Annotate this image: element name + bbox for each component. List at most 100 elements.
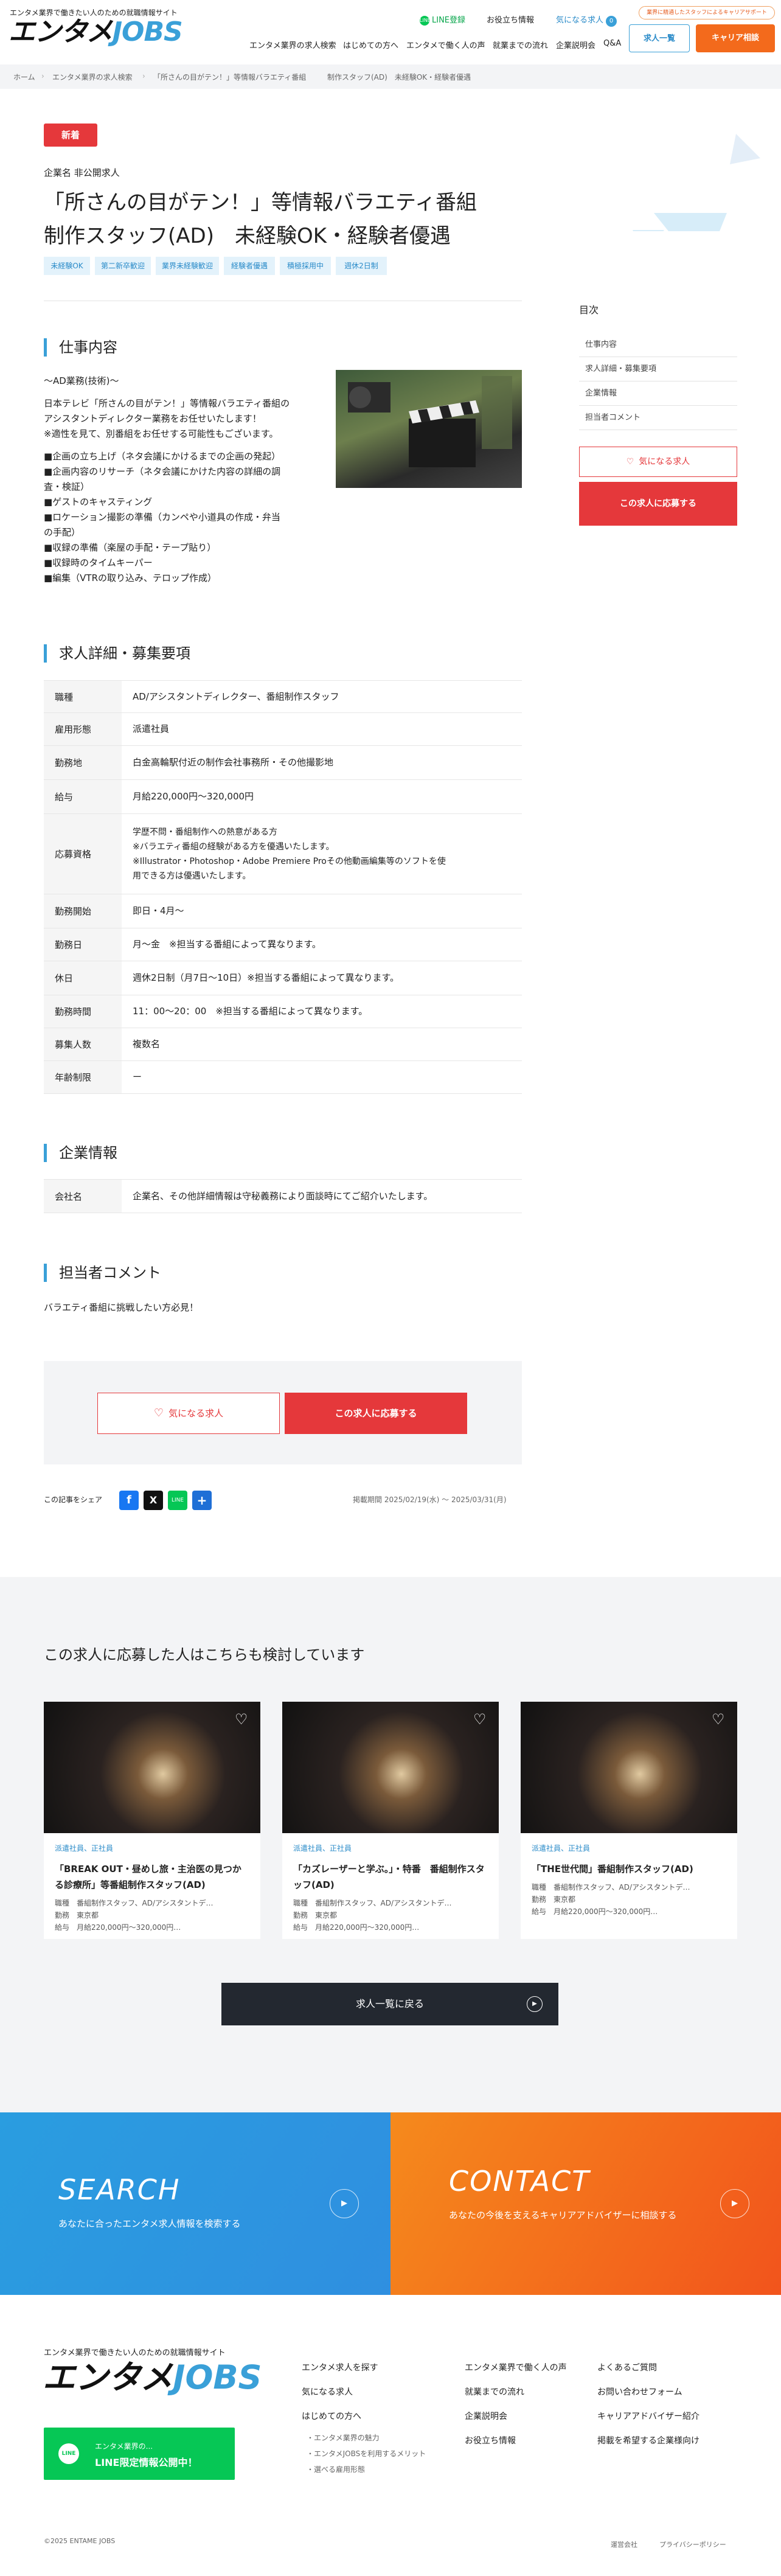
footer-sublink[interactable]: ・エンタメ業界の魅力 [307, 2432, 380, 2443]
card-role: 職種 番組制作スタッフ、AD/アシスタントデ… [293, 1899, 452, 1907]
toc-item-work[interactable]: 仕事内容 [579, 333, 737, 357]
facebook-icon[interactable]: f [119, 1491, 139, 1510]
nav-first-time[interactable]: はじめての方へ [343, 39, 398, 50]
share-plus-icon[interactable]: + [192, 1491, 212, 1510]
logo-en: JOBS [112, 16, 183, 47]
toc-item-details[interactable]: 求人詳細・募集要項 [579, 358, 737, 381]
heart-icon[interactable]: ♡ [712, 1711, 727, 1727]
company-value: 企業名、その他詳細情報は守秘義務により面談時にてご紹介いたします。 [133, 1190, 433, 1202]
detail-value: 派遣社員 [133, 723, 170, 734]
line-register-link[interactable]: LINE LINE登録 [420, 13, 465, 26]
card-employment-type: 派遣社員、正社員 [55, 1844, 114, 1853]
detail-row: 応募資格 学歴不問・番組制作への熱意がある方 ※バラエティ番組の経験がある方を優遇… [44, 814, 522, 894]
company-link[interactable]: 運営会社 [611, 2539, 637, 2549]
work-line: ■収録の準備（楽屋の手配・テープ貼り） [44, 542, 217, 553]
footer-sublink[interactable]: ・エンタメJOBSを利用するメリット [307, 2448, 426, 2459]
footer-link[interactable]: 掲載を希望する企業様向け [597, 2435, 699, 2447]
detail-label: 勤務開始 [44, 894, 122, 928]
x-icon[interactable]: X [144, 1491, 163, 1510]
related-job-card[interactable]: ♡ 派遣社員、正社員 「カズレーザーと学ぶ。」・特番 番組制作スタッフ(AD) … [282, 1702, 499, 1939]
toc-item-comment[interactable]: 担当者コメント [579, 406, 737, 430]
heart-icon[interactable]: ♡ [473, 1711, 489, 1727]
footer-link[interactable]: キャリアアドバイザー紹介 [597, 2411, 699, 2423]
line-share-icon[interactable]: LINE [168, 1491, 187, 1510]
footer-link[interactable]: よくあるご質問 [597, 2362, 657, 2374]
career-support-pill[interactable]: 業界に精通したスタッフによるキャリアサポート [639, 6, 775, 19]
detail-value: 即日・4月〜 [133, 905, 184, 916]
footer-link[interactable]: 気になる求人 [302, 2386, 353, 2398]
detail-label: 休日 [44, 961, 122, 995]
footer-link[interactable]: 就業までの流れ [465, 2386, 524, 2398]
nav-seminar[interactable]: 企業説明会 [556, 39, 595, 50]
detail-value: 週休2日制（月7日〜10日）※担当する番組によって異なります。 [133, 972, 400, 983]
sidebar-favorite-button[interactable]: ♡ 気になる求人 [579, 447, 737, 477]
footer-link[interactable]: 企業説明会 [465, 2411, 507, 2423]
nav-job-search[interactable]: エンタメ業界の求人検索 [249, 39, 336, 50]
footer-link[interactable]: はじめての方へ [302, 2411, 361, 2423]
section-heading-work: 仕事内容 [44, 338, 117, 357]
nav-flow[interactable]: 就業までの流れ [493, 39, 548, 50]
back-to-list-label: 求人一覧に戻る [355, 1998, 424, 2010]
heart-icon[interactable]: ♡ [235, 1711, 251, 1727]
job-list-button[interactable]: 求人一覧 [629, 24, 690, 52]
useful-info-link[interactable]: お役立ち情報 [487, 13, 534, 26]
detail-row: 募集人数 複数名 [44, 1028, 522, 1061]
footer-link[interactable]: お役立ち情報 [465, 2435, 516, 2447]
work-line: ■ロケーション撮影の準備（カンペや小道具の作成・弁当 [44, 512, 280, 523]
footer-link[interactable]: エンタメ業界で働く人の声 [465, 2362, 567, 2374]
detail-row: 給与 月給220,000円〜320,000円 [44, 780, 522, 814]
detail-row: 勤務開始 即日・4月〜 [44, 894, 522, 928]
career-consult-button[interactable]: キャリア相談 [696, 24, 775, 52]
favorite-button[interactable]: ♡ 気になる求人 [97, 1393, 280, 1434]
search-cta-title: SEARCH [58, 2173, 181, 2206]
nav-qa[interactable]: Q&A [603, 39, 621, 48]
section-heading-comment: 担当者コメント [44, 1264, 161, 1282]
detail-row: 年齢制限ー [44, 1061, 522, 1094]
posting-period: 掲載期間 2025/02/19(水) 〜 2025/03/31(月) [353, 1495, 507, 1504]
detail-label: 給与 [44, 780, 122, 813]
privacy-link[interactable]: プライバシーポリシー [659, 2539, 726, 2549]
favorites-count-badge: 0 [606, 16, 617, 27]
footer-logo[interactable]: エンタメJOBS [43, 2358, 262, 2397]
footer-sublink[interactable]: ・選べる雇用形態 [307, 2464, 365, 2474]
card-pay: 給与 月給220,000円〜320,000円… [293, 1923, 420, 1932]
heart-icon: ♡ [153, 1407, 164, 1419]
job-tag: 第二新卒歓迎 [95, 257, 151, 275]
company-label: 会社名 [44, 1180, 122, 1213]
site-logo[interactable]: エンタメJOBS [9, 16, 183, 47]
work-line: ※適性を見て、別番組をお任せする可能性もございます。 [44, 428, 279, 439]
card-role: 職種 番組制作スタッフ、AD/アシスタントデ… [55, 1899, 213, 1907]
apply-button[interactable]: この求人に応募する [285, 1393, 467, 1434]
detail-row: 職種 AD/アシスタントディレクター、番組制作スタッフ [44, 680, 522, 713]
work-line: ■収録時のタイムキーパー [44, 557, 153, 568]
detail-label: 勤務日 [44, 928, 122, 961]
job-tag: 経験者優遇 [224, 257, 275, 275]
detail-row: 休日 週休2日制（月7日〜10日）※担当する番組によって異なります。 [44, 961, 522, 995]
copyright: ©2025 ENTAME JOBS [44, 2537, 116, 2545]
work-line: ■企画内容のリサーチ（ネタ会議にかけた内容の詳細の調 [44, 466, 281, 477]
back-to-list-button[interactable]: 求人一覧に戻る ▶ [221, 1983, 558, 2025]
footer-tagline: エンタメ業界で働きたい人のための就職情報サイト [44, 2348, 226, 2358]
contact-cta[interactable]: CONTACT あなたの今後を支えるキャリアアドバイザーに相談する ▶ [390, 2112, 781, 2295]
share-label: この記事をシェア [44, 1495, 103, 1504]
site-header: エンタメ業界で働きたい人のための就職情報サイト エンタメJOBS 業界に精通した… [0, 0, 781, 60]
nav-voices[interactable]: エンタメで働く人の声 [406, 39, 485, 50]
footer-link[interactable]: お問い合わせフォーム [597, 2386, 682, 2398]
search-cta[interactable]: SEARCH あなたに合ったエンタメ求人情報を検索する ▶ [0, 2112, 390, 2295]
line-banner-big: LINE限定情報公開中！ [95, 2457, 198, 2468]
footer-link[interactable]: エンタメ求人を探す [302, 2362, 378, 2374]
detail-label: 職種 [44, 681, 122, 712]
related-heading: この求人に応募した人はこちらも検討しています [44, 1646, 365, 1663]
work-line [44, 389, 290, 396]
work-line: アシスタントディレクター業務をお任せいたします！ [44, 413, 262, 424]
related-job-card[interactable]: ♡ 派遣社員、正社員 「THE世代間」番組制作スタッフ(AD) 職種 番組制作ス… [521, 1702, 737, 1939]
sidebar-apply-button[interactable]: この求人に応募する [579, 482, 737, 526]
heart-icon: ♡ [626, 457, 634, 467]
favorites-link[interactable]: 気になる求人 0 [556, 13, 617, 27]
detail-row: 勤務時間 11：00〜20：00 ※担当する番組によって異なります。 [44, 995, 522, 1028]
toc-item-company[interactable]: 企業情報 [579, 382, 737, 406]
related-job-card[interactable]: ♡ 派遣社員、正社員 「BREAK OUT・昼めし旅・主治医の見つかる診療所」等… [44, 1702, 260, 1939]
line-register-label: LINE登録 [432, 16, 466, 25]
line-banner[interactable]: LINE エンタメ業界の... LINE限定情報公開中！ [44, 2428, 235, 2480]
detail-value: 白金高輪駅付近の制作会社事務所・その他撮影地 [133, 757, 334, 768]
